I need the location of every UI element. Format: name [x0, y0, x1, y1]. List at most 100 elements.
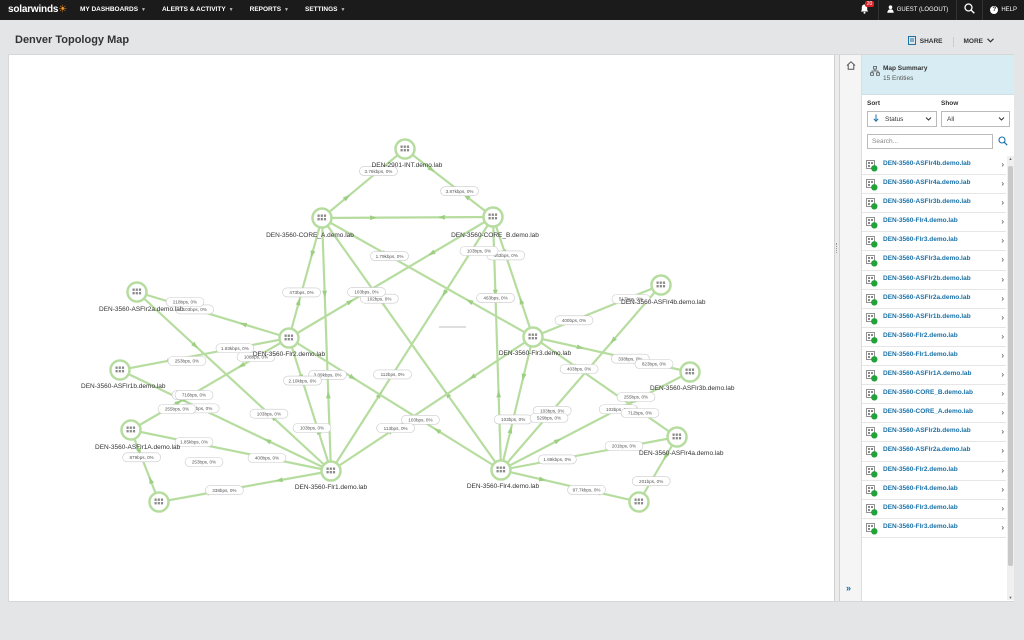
- scroll-down-icon[interactable]: ▼: [1007, 595, 1014, 600]
- chevron-right-icon[interactable]: ›: [1001, 160, 1004, 169]
- entity-list-item[interactable]: DEN-3560-Flr3.demo.lab ›: [862, 232, 1006, 252]
- entity-list-item[interactable]: DEN-3560-ASFlr2b.demo.lab ›: [862, 423, 1006, 443]
- scroll-up-icon[interactable]: ▲: [1007, 156, 1014, 161]
- chevron-right-icon[interactable]: ›: [1001, 294, 1004, 303]
- topology-node[interactable]: DEN-3560-ASFlr1b.demo.lab: [81, 359, 166, 391]
- global-search-button[interactable]: [956, 0, 982, 20]
- topology-node[interactable]: DEN-3560-ASFlr1A.demo.lab: [95, 419, 181, 452]
- entity-link[interactable]: DEN-3560-ASFlr4b.demo.lab: [883, 160, 971, 167]
- link-label[interactable]: 473bps, 0%: [282, 287, 321, 298]
- topology-link[interactable]: [532, 283, 662, 339]
- chevron-right-icon[interactable]: ›: [1001, 427, 1004, 436]
- chevron-right-icon[interactable]: ›: [1001, 485, 1004, 494]
- splitter-grip-icon[interactable]: [836, 243, 838, 253]
- solarwinds-logo[interactable]: solarwinds☀: [8, 4, 67, 15]
- link-label[interactable]: 1.69kbps, 0%: [538, 454, 577, 465]
- show-select[interactable]: All: [941, 111, 1010, 127]
- expand-double-chevron-icon[interactable]: »: [846, 583, 851, 593]
- entity-link[interactable]: DEN-3560-ASFlr1A.demo.lab: [883, 370, 972, 377]
- chevron-right-icon[interactable]: ›: [1001, 179, 1004, 188]
- entity-link[interactable]: DEN-3560-Flr2.demo.lab: [883, 332, 958, 339]
- entity-list-item[interactable]: DEN-3560-Flr3.demo.lab ›: [862, 500, 1006, 519]
- topology-link[interactable]: [638, 436, 678, 503]
- entity-list-item[interactable]: DEN-3560-ASFlr4a.demo.lab ›: [862, 175, 1006, 195]
- home-button[interactable]: [844, 59, 858, 73]
- entity-link[interactable]: DEN-3560-ASFlr2b.demo.lab: [883, 275, 971, 282]
- link-label[interactable]: 823bps, 0%: [634, 359, 674, 369]
- chevron-right-icon[interactable]: ›: [1001, 408, 1004, 417]
- topology-link[interactable]: [136, 290, 290, 340]
- link-label[interactable]: 103bps, 0%: [493, 414, 533, 425]
- entity-link[interactable]: DEN-3560-CORE_A.demo.lab: [883, 408, 973, 415]
- link-label[interactable]: 255bps, 0%: [616, 392, 656, 402]
- link-label[interactable]: 103bps, 0%: [459, 246, 499, 256]
- entity-link[interactable]: DEN-3560-Flr4.demo.lab: [883, 485, 958, 492]
- link-label[interactable]: 463bps, 0%: [476, 293, 515, 303]
- chevron-right-icon[interactable]: ›: [1001, 504, 1004, 513]
- chevron-right-icon[interactable]: ›: [1001, 217, 1004, 226]
- entity-link[interactable]: DEN-3560-Flr3.demo.lab: [883, 523, 958, 530]
- entity-search-input[interactable]: Search...: [867, 134, 993, 149]
- topology-map-svg[interactable]: 3.76kbps, 0% 3.87kbps, 0% 473bps, 0% 1.79kb…: [9, 55, 834, 601]
- entity-link[interactable]: DEN-3560-ASFlr1b.demo.lab: [883, 313, 971, 320]
- link-label[interactable]: 253bps, 0%: [184, 457, 224, 467]
- entity-list-item[interactable]: DEN-3560-Flr1.demo.lab ›: [862, 347, 1006, 367]
- entity-link[interactable]: DEN-3560-CORE_B.demo.lab: [883, 389, 973, 396]
- entity-link[interactable]: DEN-3560-Flr4.demo.lab: [883, 217, 958, 224]
- link-label[interactable]: 716bps, 0%: [174, 390, 214, 400]
- entity-list-item[interactable]: DEN-3560-CORE_B.demo.lab ›: [862, 385, 1006, 405]
- entity-link[interactable]: DEN-3560-Flr2.demo.lab: [883, 466, 958, 473]
- topology-link[interactable]: [320, 217, 333, 472]
- entity-list-item[interactable]: DEN-3560-ASFlr1b.demo.lab ›: [862, 309, 1006, 328]
- topology-node[interactable]: [628, 491, 650, 513]
- link-label[interactable]: 1.79kbps, 0%: [370, 251, 409, 261]
- link-label[interactable]: 712bps, 0%: [620, 408, 660, 418]
- topology-node[interactable]: [148, 491, 170, 513]
- entity-link[interactable]: DEN-3560-Flr3.demo.lab: [883, 236, 958, 243]
- topology-link[interactable]: [129, 429, 161, 503]
- topology-node[interactable]: DEN-3560-CORE_A.demo.lab: [266, 207, 354, 240]
- topology-link[interactable]: [321, 148, 406, 219]
- nav-alerts-activity[interactable]: ALERTS & ACTIVITY ▼: [154, 0, 242, 20]
- link-label[interactable]: 338bps, 0%: [205, 485, 244, 496]
- link-label[interactable]: 103bps, 0%: [347, 287, 386, 297]
- entity-list-item[interactable]: DEN-3560-ASFlr2b.demo.lab ›: [862, 271, 1006, 290]
- entity-list-item[interactable]: DEN-3560-ASFlr1A.demo.lab ›: [862, 366, 1006, 386]
- chevron-right-icon[interactable]: ›: [1001, 313, 1004, 322]
- entity-list-scrollbar[interactable]: ▲ ▼: [1007, 156, 1014, 600]
- entity-list-item[interactable]: DEN-3560-ASFlr3a.demo.lab ›: [862, 251, 1006, 271]
- topology-node[interactable]: DEN-2901-INT.demo.lab: [372, 138, 443, 170]
- link-label[interactable]: 103bps, 0%: [401, 415, 440, 425]
- chevron-right-icon[interactable]: ›: [1001, 523, 1004, 532]
- share-button[interactable]: SHARE: [907, 36, 943, 47]
- link-label[interactable]: 403bps, 0%: [559, 364, 599, 374]
- link-label[interactable]: 1.85kbps, 0%: [174, 437, 214, 447]
- link-label[interactable]: 112bps, 0%: [373, 369, 412, 380]
- link-label[interactable]: 400bps, 0%: [554, 315, 594, 326]
- entity-link[interactable]: DEN-3560-Flr1.demo.lab: [883, 351, 958, 358]
- chevron-right-icon[interactable]: ›: [1001, 446, 1004, 455]
- entity-list-item[interactable]: DEN-3560-ASFlr2a.demo.lab ›: [862, 442, 1006, 462]
- chevron-right-icon[interactable]: ›: [1001, 236, 1004, 245]
- entity-link[interactable]: DEN-3560-Flr3.demo.lab: [883, 504, 958, 511]
- entity-list-item[interactable]: DEN-3560-Flr3.demo.lab ›: [862, 519, 1006, 538]
- user-logout-link[interactable]: GUEST (LOGOUT): [877, 0, 957, 20]
- chevron-right-icon[interactable]: ›: [1001, 198, 1004, 207]
- scrollbar-thumb[interactable]: [1008, 166, 1013, 566]
- topology-link[interactable]: [330, 336, 534, 472]
- link-label[interactable]: 1.83kbps, 0%: [215, 343, 255, 354]
- entity-link[interactable]: DEN-3560-ASFlr4a.demo.lab: [883, 179, 970, 186]
- entity-list-item[interactable]: DEN-3560-CORE_A.demo.lab ›: [862, 404, 1006, 424]
- link-label[interactable]: 113bps, 0%: [376, 423, 415, 433]
- entity-list-item[interactable]: DEN-3560-Flr4.demo.lab ›: [862, 481, 1006, 500]
- entity-link[interactable]: DEN-3560-ASFlr3a.demo.lab: [883, 255, 970, 262]
- link-label[interactable]: 97.7kbps, 0%: [567, 485, 606, 495]
- topology-link[interactable]: [404, 148, 494, 218]
- help-link[interactable]: ? HELP: [982, 0, 1024, 20]
- entity-link[interactable]: DEN-3560-ASFlr3b.demo.lab: [883, 198, 971, 205]
- chevron-right-icon[interactable]: ›: [1001, 466, 1004, 475]
- topology-link[interactable]: [321, 215, 494, 220]
- nav-my-dashboards[interactable]: MY DASHBOARDS ▼: [72, 0, 154, 20]
- entity-list-item[interactable]: DEN-3560-ASFlr4b.demo.lab ›: [862, 156, 1006, 176]
- sort-select[interactable]: Status: [867, 111, 937, 127]
